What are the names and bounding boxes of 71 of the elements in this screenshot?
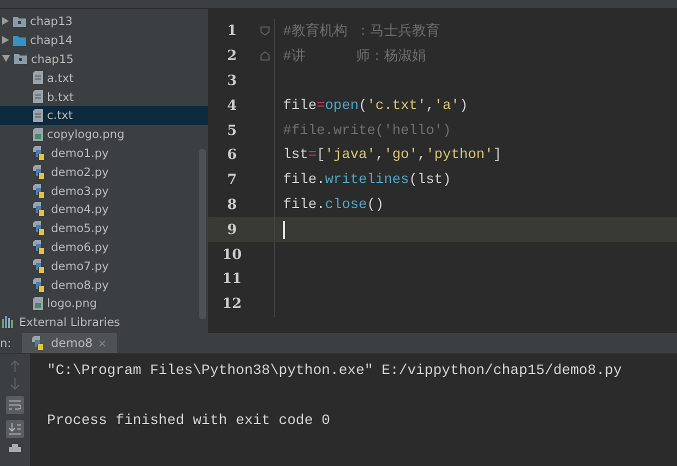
tree-item[interactable]: chap14 bbox=[0, 30, 208, 50]
tree-item[interactable]: demo5.py bbox=[0, 218, 208, 238]
line-number: 3 bbox=[226, 72, 238, 89]
expanded-arrow-icon[interactable] bbox=[2, 55, 10, 62]
code-text: file.writelines(lst) bbox=[283, 172, 452, 188]
python-file-icon bbox=[32, 336, 46, 350]
soft-wrap-button[interactable] bbox=[6, 396, 24, 414]
tree-item[interactable]: c.txt bbox=[0, 106, 208, 125]
line-number: 11 bbox=[221, 271, 243, 288]
python-file-icon bbox=[33, 258, 47, 273]
down-arrow-icon[interactable] bbox=[10, 378, 20, 390]
line-number: 2 bbox=[226, 48, 238, 64]
line-number: 8 bbox=[226, 196, 238, 213]
line-number: 10 bbox=[221, 246, 243, 263]
code-text: #教育机构 ：马士兵教育 bbox=[283, 22, 440, 40]
line-number: 12 bbox=[221, 296, 243, 312]
tree-item[interactable]: demo2.py bbox=[0, 162, 208, 182]
tree-item[interactable]: b.txt bbox=[0, 87, 208, 106]
python-file-icon bbox=[33, 184, 47, 198]
text-file-icon bbox=[33, 90, 43, 104]
fold-icon[interactable] bbox=[260, 51, 270, 62]
python-file-icon bbox=[33, 202, 47, 216]
print-icon[interactable] bbox=[9, 444, 21, 454]
scroll-to-end-icon bbox=[9, 423, 21, 435]
scroll-to-end-button[interactable] bbox=[6, 420, 24, 438]
code-text: #讲 师：杨淑娟 bbox=[283, 48, 426, 66]
code-text: lst=['java','go','python'] bbox=[283, 147, 502, 164]
tree-item[interactable]: chap13 bbox=[0, 12, 208, 31]
console-output: "C:\Program Files\Python38\python.exe" E:/vippython/chap15/demo8.py bbox=[47, 362, 622, 380]
soft-wrap-icon bbox=[9, 400, 21, 410]
folder-icon bbox=[14, 53, 27, 64]
collapsed-arrow-icon[interactable] bbox=[2, 17, 9, 26]
tree-item[interactable]: demo8.py bbox=[0, 275, 208, 294]
python-file-icon bbox=[33, 240, 47, 254]
code-text: file=open('c.txt','a') bbox=[283, 98, 468, 114]
folder-icon bbox=[13, 16, 26, 27]
line-number: 4 bbox=[226, 98, 238, 114]
line-number: 7 bbox=[226, 172, 238, 188]
line-number: 9 bbox=[226, 222, 238, 238]
line-number: 5 bbox=[226, 122, 238, 139]
tree-item[interactable]: chap15 bbox=[0, 50, 208, 68]
tree-item[interactable]: demo3.py bbox=[0, 181, 208, 200]
line-number: 1 bbox=[226, 23, 238, 40]
folder-icon bbox=[13, 34, 26, 46]
line-number: 6 bbox=[226, 147, 238, 164]
python-file-icon bbox=[33, 164, 47, 179]
run-label: n: bbox=[0, 335, 12, 352]
library-icon bbox=[2, 316, 15, 328]
tree-item[interactable]: copylogo.png bbox=[0, 124, 208, 144]
fold-icon[interactable] bbox=[260, 26, 270, 36]
python-file-icon bbox=[33, 221, 47, 236]
image-file-icon bbox=[33, 296, 43, 310]
tree-item[interactable]: demo6.py bbox=[0, 238, 208, 256]
tree-item[interactable]: demo4.py bbox=[0, 200, 208, 219]
collapsed-arrow-icon[interactable] bbox=[2, 36, 9, 44]
console-output: Process finished with exit code 0 bbox=[47, 412, 332, 430]
python-file-icon bbox=[33, 278, 47, 292]
image-file-icon bbox=[33, 128, 43, 141]
code-text: #file.write('hello') bbox=[283, 122, 452, 139]
run-tab[interactable]: demo8 × bbox=[22, 333, 117, 353]
tree-item[interactable]: a.txt bbox=[0, 68, 208, 88]
tree-item[interactable]: demo7.py bbox=[0, 256, 208, 276]
tree-item[interactable]: External Libraries bbox=[0, 312, 208, 332]
tree-item[interactable]: logo.png bbox=[0, 294, 208, 313]
code-text: file.close() bbox=[283, 196, 384, 213]
text-file-icon bbox=[33, 108, 43, 122]
python-file-icon bbox=[33, 146, 47, 160]
text-cursor bbox=[283, 220, 285, 239]
text-file-icon bbox=[33, 71, 43, 84]
up-arrow-icon[interactable] bbox=[10, 360, 20, 372]
tree-item[interactable]: demo1.py bbox=[0, 144, 208, 162]
